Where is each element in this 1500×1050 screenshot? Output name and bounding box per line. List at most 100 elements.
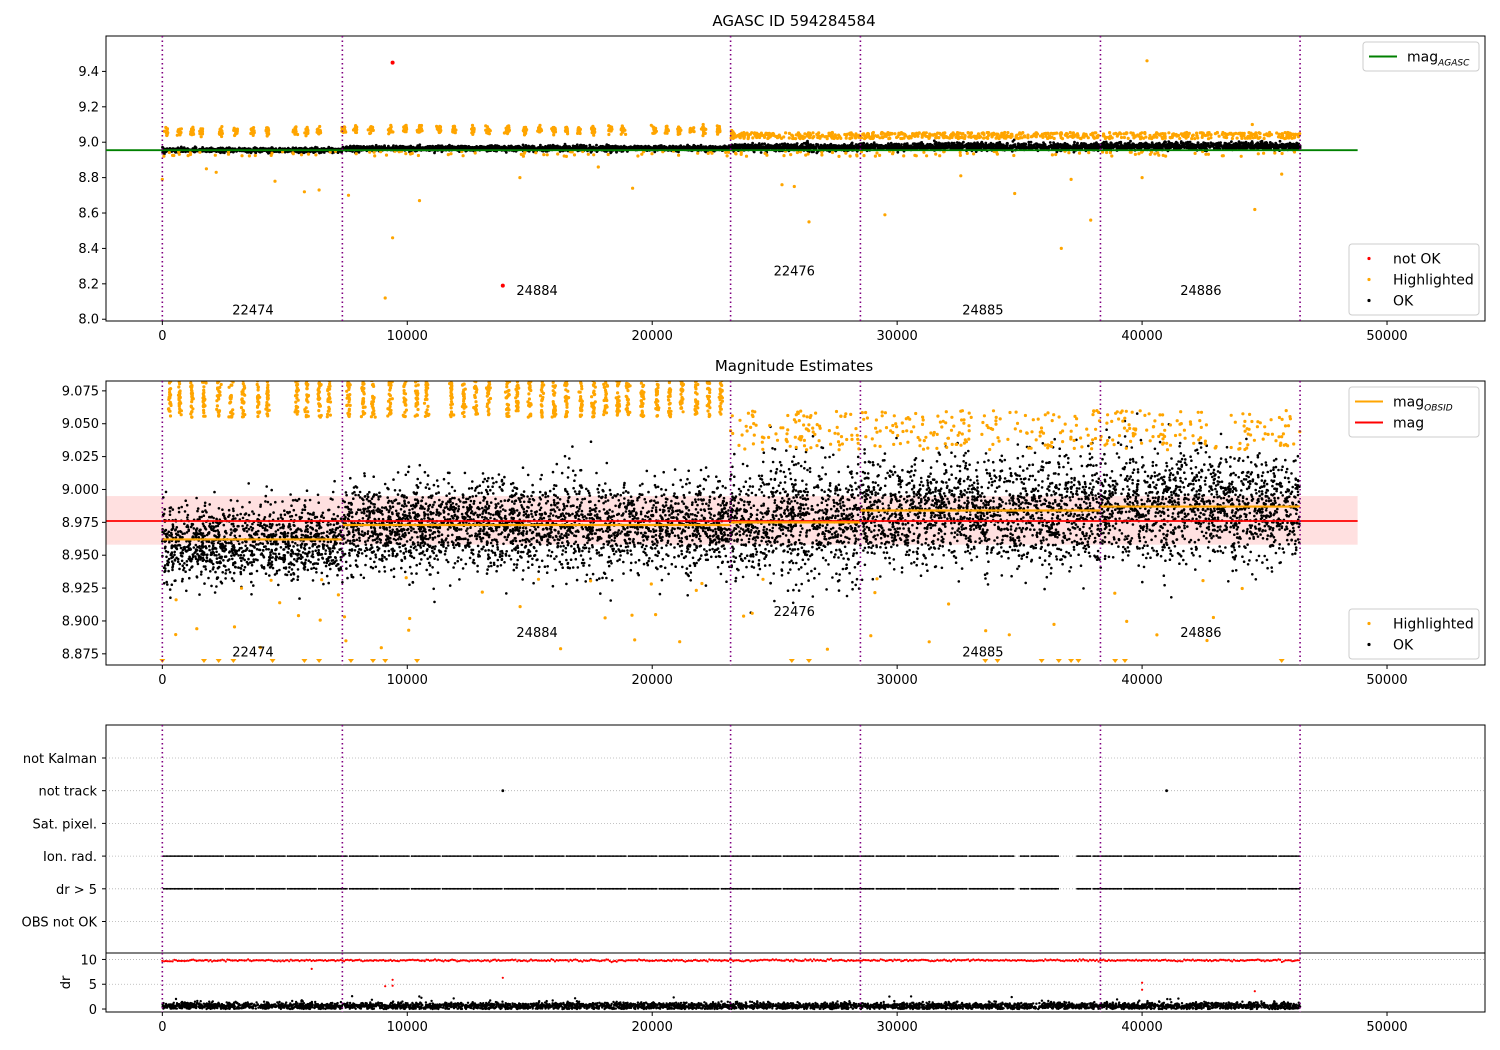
ok-points-point [904, 145, 908, 149]
figure: AGASC ID 594284584 224742488422476248852… [22, 12, 1486, 1035]
ok-points-point [595, 143, 598, 147]
ok-points-point [940, 142, 944, 146]
ok-points-point [766, 144, 770, 148]
ok-points-point [1020, 144, 1023, 148]
ok-points-point [965, 145, 968, 149]
ok-points-point [453, 146, 456, 150]
ok-points-point [639, 146, 643, 150]
ok-points-point [998, 140, 1002, 144]
ok-points-point [1186, 145, 1190, 149]
ok-points-point [578, 146, 582, 150]
ok-points-point [896, 150, 900, 154]
ok-points-point [711, 145, 715, 148]
ok-points-point [686, 144, 689, 148]
ok-points-point [951, 145, 955, 149]
ok-points-point [1016, 145, 1020, 149]
ok-points-point [619, 145, 623, 149]
ok-points-point [633, 146, 636, 150]
ok-points-point [989, 141, 993, 145]
ok-points-point [462, 146, 465, 150]
ok-points-point [472, 146, 476, 150]
ok-points-point [413, 146, 417, 150]
ok-points-point [759, 151, 763, 154]
ok-points-point [1091, 143, 1095, 147]
ok-points-point [1128, 143, 1132, 147]
ok-points-point [759, 143, 762, 147]
ok-points-point [893, 144, 896, 147]
ok-points-point [937, 143, 940, 147]
ok-points-point [911, 142, 915, 146]
ok-points-point [1048, 141, 1052, 144]
ok-points-point [1072, 143, 1076, 147]
ok-points-point [702, 145, 705, 149]
ok-points-point [604, 146, 608, 150]
ok-points-point [221, 150, 225, 154]
ok-points-point [876, 146, 880, 149]
ok-points-point [744, 145, 748, 149]
ok-points-point [699, 143, 703, 147]
ok-points-point [1060, 145, 1064, 149]
ok-points-point [457, 145, 461, 149]
ok-points-point [352, 144, 356, 148]
ok-points-point [795, 142, 799, 146]
ok-points-point [870, 145, 874, 149]
ok-points-point [512, 146, 515, 150]
ok-points-point [954, 143, 958, 147]
ok-points-point [388, 146, 392, 150]
ok-points-point [392, 144, 395, 148]
ok-points-point [1219, 141, 1222, 145]
ok-points-point [573, 144, 577, 148]
ok-points-point [751, 144, 755, 148]
ok-points-point [1052, 143, 1056, 147]
ok-points-point [1042, 141, 1045, 145]
ok-points-point [1006, 142, 1009, 145]
ok-points-point [644, 144, 647, 148]
ok-points-point [960, 142, 964, 146]
ok-points-point [993, 144, 996, 148]
ok-points-point [780, 146, 784, 150]
ok-points-point [920, 144, 923, 147]
ok-points-point [1032, 146, 1036, 150]
chart-title-agasc: AGASC ID 594284584 [712, 12, 875, 30]
ok-points-point [1101, 142, 1104, 145]
ok-points-point [998, 144, 1002, 148]
ok-points-point [1119, 143, 1123, 146]
ok-points-point [660, 146, 664, 150]
ok-points-point [733, 143, 737, 147]
ok-points-point [179, 145, 183, 149]
ok-points-point [539, 143, 542, 147]
ok-points-point [1109, 141, 1113, 145]
ok-points-point [690, 146, 694, 150]
ok-points-point [448, 143, 451, 147]
ok-points-point [1011, 140, 1015, 143]
ok-points-point [889, 141, 893, 145]
ok-points-point [1278, 139, 1282, 143]
ok-points-point [1012, 145, 1016, 149]
ok-points-point [969, 142, 973, 146]
ok-points-point [944, 142, 948, 145]
ok-points-point [1080, 142, 1083, 146]
ok-points-point [1032, 143, 1036, 147]
ok-points-point [874, 143, 878, 147]
ok-points-point [671, 146, 675, 150]
ok-points-point [605, 143, 609, 147]
ok-points-point [829, 146, 832, 150]
ok-points-point [1129, 139, 1132, 143]
ok-points-point [861, 144, 865, 148]
ok-points-point [729, 145, 733, 149]
ok-points-point [1090, 146, 1094, 150]
ok-points-point [400, 146, 404, 150]
ok-points-point [901, 146, 904, 150]
ok-points-point [679, 144, 683, 148]
ok-points-point [977, 146, 981, 150]
ok-points-point [552, 144, 556, 148]
ok-points-point [1042, 145, 1046, 149]
ok-points-point [736, 143, 740, 147]
ok-points-point [908, 145, 912, 149]
ok-points-point [1230, 140, 1233, 144]
ok-points-point [895, 146, 898, 149]
ok-points-point [437, 145, 441, 149]
ok-points-point [245, 150, 249, 154]
ok-points-point [1073, 140, 1076, 144]
ok-points-point [371, 146, 375, 150]
